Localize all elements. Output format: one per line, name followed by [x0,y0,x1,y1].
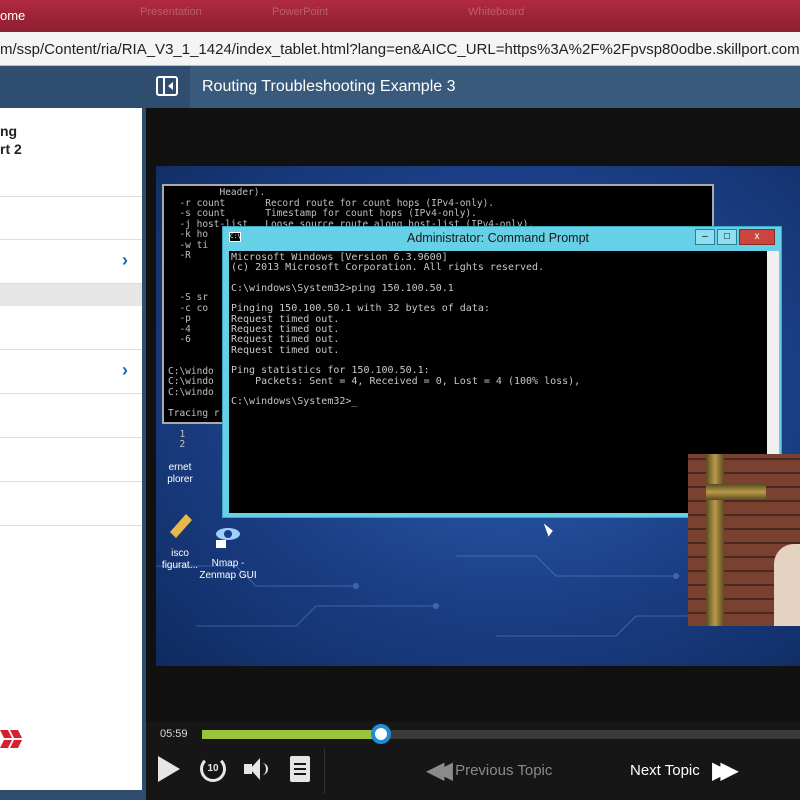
progress-bar[interactable] [202,724,800,744]
cmd-window-title: Administrator: Command Prompt [407,231,590,245]
sidebar-toggle-icon [156,76,178,96]
topic-title: Routing Troubleshooting Example 3 [202,78,456,95]
sidebar-panel: ng rt 2 › › [0,108,142,790]
browser-title: ome [0,8,26,23]
transcript-icon[interactable] [290,756,310,782]
menu-item[interactable] [0,394,142,438]
elapsed-time: 05:59 [160,728,188,740]
sidebar-header [0,66,146,108]
cmd-console: Microsoft Windows [Version 6.3.9600] (c)… [229,251,767,513]
replay-10-icon[interactable]: 10 [200,756,226,782]
double-chevron-right-icon: ▶▶ [711,757,739,784]
url-text[interactable]: m/ssp/Content/ria/RIA_V3_1_1424/index_ta… [0,41,800,58]
play-icon[interactable] [158,756,180,782]
desktop-icon-label: Nmap - [211,558,245,569]
chevron-right-icon: › [122,360,128,380]
volume-icon[interactable] [244,758,270,782]
zenmap-eye-icon [216,528,240,548]
next-topic-button[interactable]: Next Topic ▶▶ [622,756,739,784]
progress-fill [202,730,381,739]
video-player[interactable]: Header). -r count Record route for count… [146,108,800,722]
previous-topic-button[interactable]: ◀◀ Previous Topic [426,756,560,784]
ghost-tab: Whiteboard [468,6,525,18]
menu-item[interactable] [0,306,142,350]
presenter-video-inset [688,454,800,626]
progress-scrubber-handle[interactable] [371,724,391,744]
menu-item-expandable[interactable]: › [0,350,142,394]
menu-item[interactable] [0,196,142,240]
course-title-line: ng [0,123,18,139]
menu-item-expandable[interactable]: › [0,240,142,284]
desktop-icon-label: Zenmap GUI [199,570,257,581]
cmd-app-icon: C:\ [229,232,241,242]
player-controls: 05:59 10 ◀◀ Previous Topic Next Topic ▶▶ [146,722,800,800]
topic-header: Routing Troubleshooting Example 3 [190,66,800,108]
address-bar[interactable]: m/ssp/Content/ria/RIA_V3_1_1424/index_ta… [0,32,800,66]
pipe-graphic [706,454,724,626]
menu-separator [0,284,142,306]
presenter-figure [774,544,800,626]
ghost-tab: Presentation [140,6,202,18]
control-buttons: 10 ◀◀ Previous Topic Next Topic ▶▶ [146,748,800,794]
ghost-tab: PowerPoint [272,6,329,18]
previous-topic-label: Previous Topic [455,762,553,779]
course-sidebar: ng rt 2 › › [0,66,146,800]
minimize-icon: – [695,229,715,245]
skillsoft-logo-icon [0,730,22,748]
next-topic-label: Next Topic [630,762,700,779]
desktop-icon-zenmap: Nmap - Zenmap GUI [198,522,258,582]
pipe-graphic [706,484,766,500]
desktop-icon-internet-explorer: ernet plorer [150,462,210,486]
close-icon: x [739,229,775,245]
cisco-config-icon [170,514,192,538]
cmd-output-text: Microsoft Windows [Version 6.3.9600] (c)… [231,252,581,408]
control-divider [324,748,325,794]
menu-item[interactable] [0,438,142,482]
desktop-icon-label: ernet [168,462,192,473]
course-title: ng rt 2 [0,122,22,158]
double-chevron-left-icon: ◀◀ [426,757,453,784]
chevron-right-icon: › [122,250,128,270]
course-title-line: rt 2 [0,141,22,157]
desktop-icon-label: plorer [167,474,193,485]
menu-item[interactable] [0,482,142,526]
collapse-sidebar-button[interactable] [146,66,190,108]
browser-title-bar: ome Presentation PowerPoint Whiteboard [0,0,800,32]
cmd-title-bar: C:\ Administrator: Command Prompt – □ x [223,227,781,249]
maximize-icon: □ [717,229,737,245]
